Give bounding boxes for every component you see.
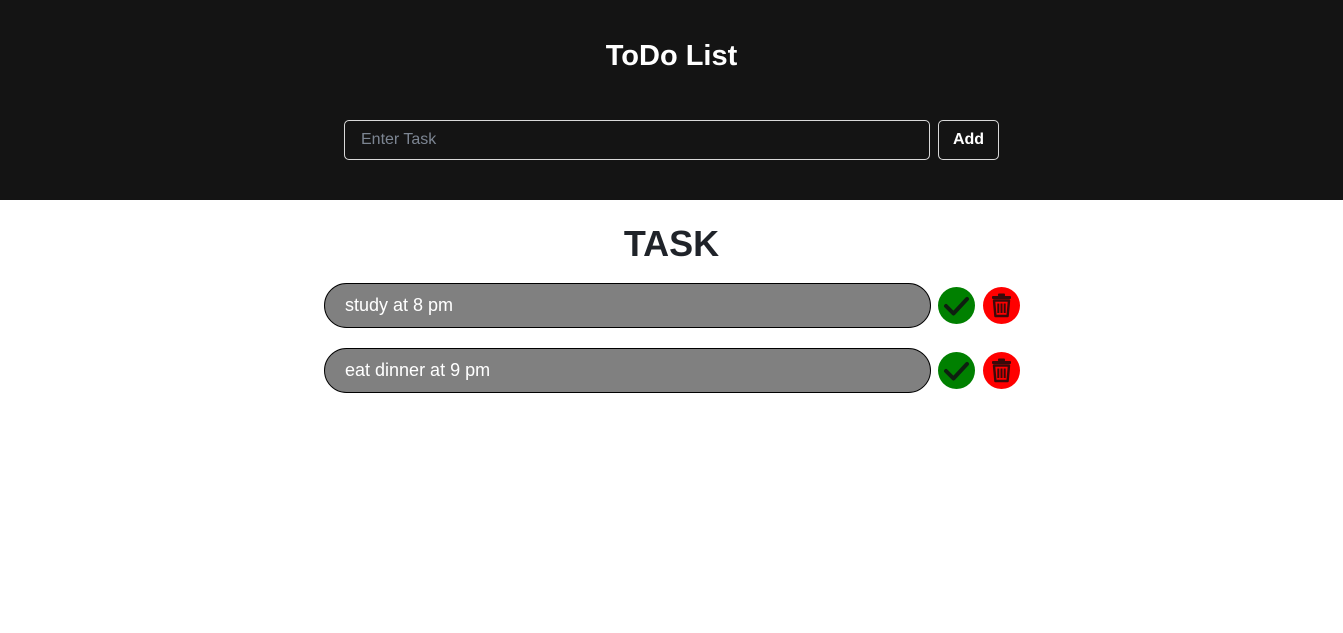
add-task-button[interactable]: Add [938,120,999,160]
app-header: ToDo List Add [0,0,1343,200]
task-item: eat dinner at 9 pm [324,348,1024,394]
delete-task-button[interactable] [983,287,1020,324]
task-input[interactable] [344,120,930,160]
task-item: study at 8 pm [324,283,1024,329]
complete-task-button[interactable] [938,352,975,389]
app-title: ToDo List [605,40,738,72]
task-text: eat dinner at 9 pm [324,348,931,393]
task-text: study at 8 pm [324,283,931,328]
complete-task-button[interactable] [938,287,975,324]
check-icon [944,297,969,316]
tasks-heading: TASK [623,223,720,264]
trash-icon [992,293,1011,318]
check-icon [944,362,969,381]
delete-task-button[interactable] [983,352,1020,389]
trash-icon [992,358,1011,383]
